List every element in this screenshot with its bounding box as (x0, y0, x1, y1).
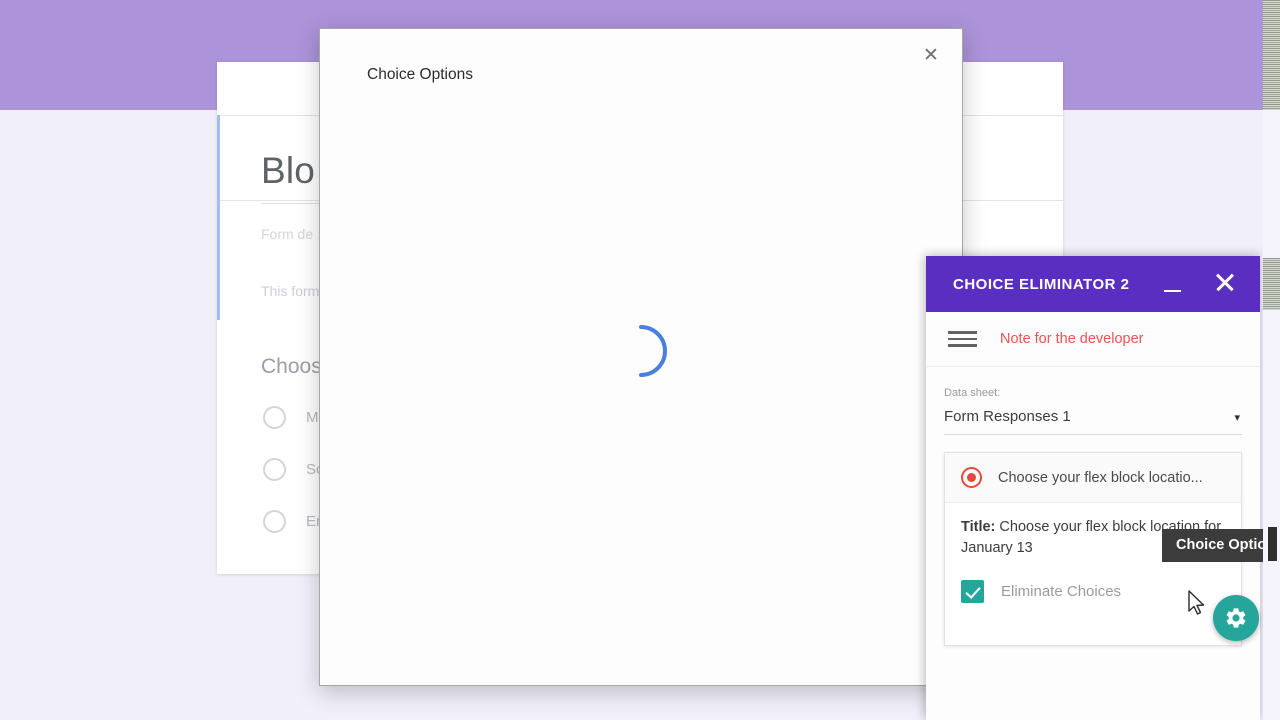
screen-root: Blo Form de This form Choos Ma Sci Eng C… (0, 0, 1280, 720)
eliminate-choices-label: Eliminate Choices (1001, 583, 1122, 600)
question-card-header-label: Choose your flex block locatio... (998, 469, 1203, 486)
note-for-developer-link[interactable]: Note for the developer (1000, 331, 1143, 347)
loading-spinner (612, 322, 670, 380)
minimize-icon[interactable] (1162, 273, 1184, 295)
radio-button-icon (961, 467, 982, 488)
panel-header: CHOICE ELIMINATOR 2 (926, 256, 1260, 312)
panel-toolbar: Note for the developer (926, 312, 1260, 367)
render-artifact-strip-top (1263, 0, 1280, 110)
render-artifact-strip-middle (1263, 258, 1280, 310)
data-sheet-value: Form Responses 1 (944, 408, 1071, 425)
viewport-right-gutter (1263, 110, 1280, 720)
hamburger-menu-icon[interactable] (948, 327, 977, 351)
modal-title: Choice Options (367, 66, 473, 83)
gear-icon (1226, 608, 1246, 628)
panel-title: CHOICE ELIMINATOR 2 (953, 275, 1130, 293)
data-sheet-select[interactable]: Form Responses 1 ▾ (944, 408, 1242, 435)
eliminate-choices-row: Eliminate Choices (961, 580, 1225, 603)
form-option-2[interactable]: Sci (263, 458, 327, 481)
close-icon[interactable]: ✕ (918, 43, 944, 69)
choice-options-modal: Choice Options ✕ (319, 28, 963, 686)
form-title[interactable]: Blo (261, 150, 315, 192)
chevron-down-icon[interactable]: ▾ (1234, 411, 1240, 424)
render-artifact-dark (1268, 527, 1277, 561)
form-option-1[interactable]: Ma (263, 406, 327, 429)
question-card-header[interactable]: Choose your flex block locatio... (945, 453, 1241, 503)
question-title-prefix: Title: (961, 519, 996, 535)
radio-button-icon[interactable] (263, 510, 286, 533)
form-sub-description: This form (261, 283, 320, 299)
choice-options-button[interactable] (1213, 595, 1259, 641)
data-sheet-field: Data sheet: Form Responses 1 ▾ (944, 387, 1242, 435)
form-question-title[interactable]: Choos (261, 355, 322, 379)
form-question-accent-bar (217, 115, 220, 320)
data-sheet-label: Data sheet: (944, 387, 1001, 399)
close-icon[interactable] (1212, 270, 1238, 296)
form-description-placeholder[interactable]: Form de (261, 226, 313, 242)
eliminate-choices-checkbox[interactable] (961, 580, 984, 603)
radio-button-icon[interactable] (263, 406, 286, 429)
radio-button-icon[interactable] (263, 458, 286, 481)
choice-eliminator-panel: CHOICE ELIMINATOR 2 Note for the develop… (926, 256, 1260, 720)
